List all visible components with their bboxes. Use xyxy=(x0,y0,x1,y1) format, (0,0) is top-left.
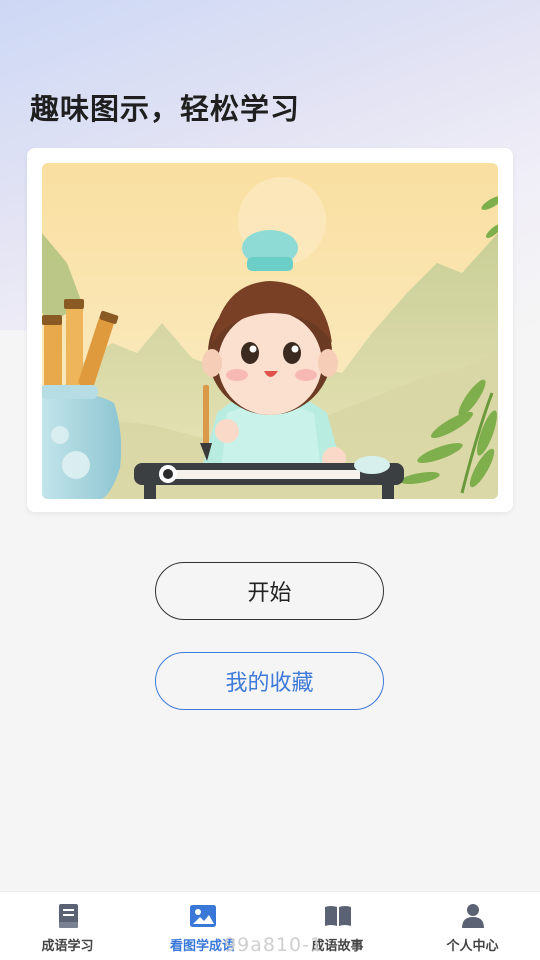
page-title: 趣味图示，轻松学习 xyxy=(30,92,301,126)
tab-personal-center[interactable]: 个人中心 xyxy=(405,892,540,960)
illustration-card xyxy=(27,148,513,512)
tab-idiom-study[interactable]: 成语学习 xyxy=(0,892,135,960)
child-calligraphy-illustration xyxy=(42,163,498,499)
image-icon xyxy=(189,905,216,927)
open-book-icon xyxy=(324,906,351,926)
tab-label: 成语学习 xyxy=(41,939,94,954)
book-icon xyxy=(58,904,78,928)
start-button[interactable]: 开始 xyxy=(155,562,384,620)
user-icon xyxy=(461,904,484,928)
watermark-text: 99a810-1 xyxy=(224,934,324,956)
my-favorites-button[interactable]: 我的收藏 xyxy=(155,652,384,710)
tab-label: 个人中心 xyxy=(446,939,499,954)
